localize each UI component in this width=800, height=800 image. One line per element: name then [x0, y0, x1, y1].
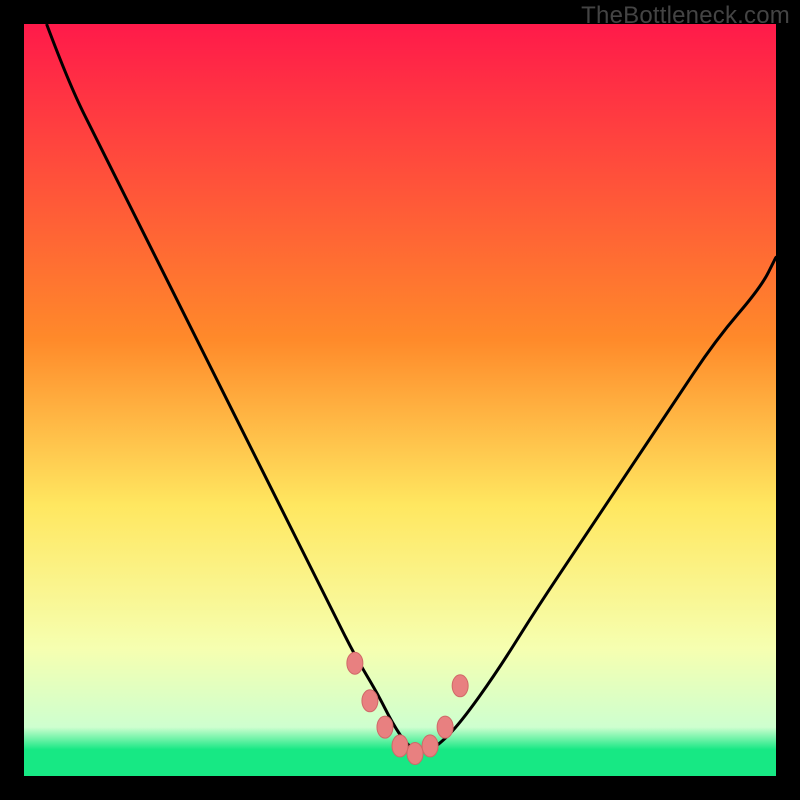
marker-point — [347, 652, 363, 674]
plot-area — [24, 24, 776, 776]
marker-point — [422, 735, 438, 757]
marker-point — [392, 735, 408, 757]
marker-point — [362, 690, 378, 712]
marker-point — [407, 742, 423, 764]
marker-point — [437, 716, 453, 738]
marker-point — [452, 675, 468, 697]
chart-frame: TheBottleneck.com — [0, 0, 800, 800]
gradient-background — [24, 24, 776, 776]
marker-point — [377, 716, 393, 738]
bottleneck-chart — [24, 24, 776, 776]
